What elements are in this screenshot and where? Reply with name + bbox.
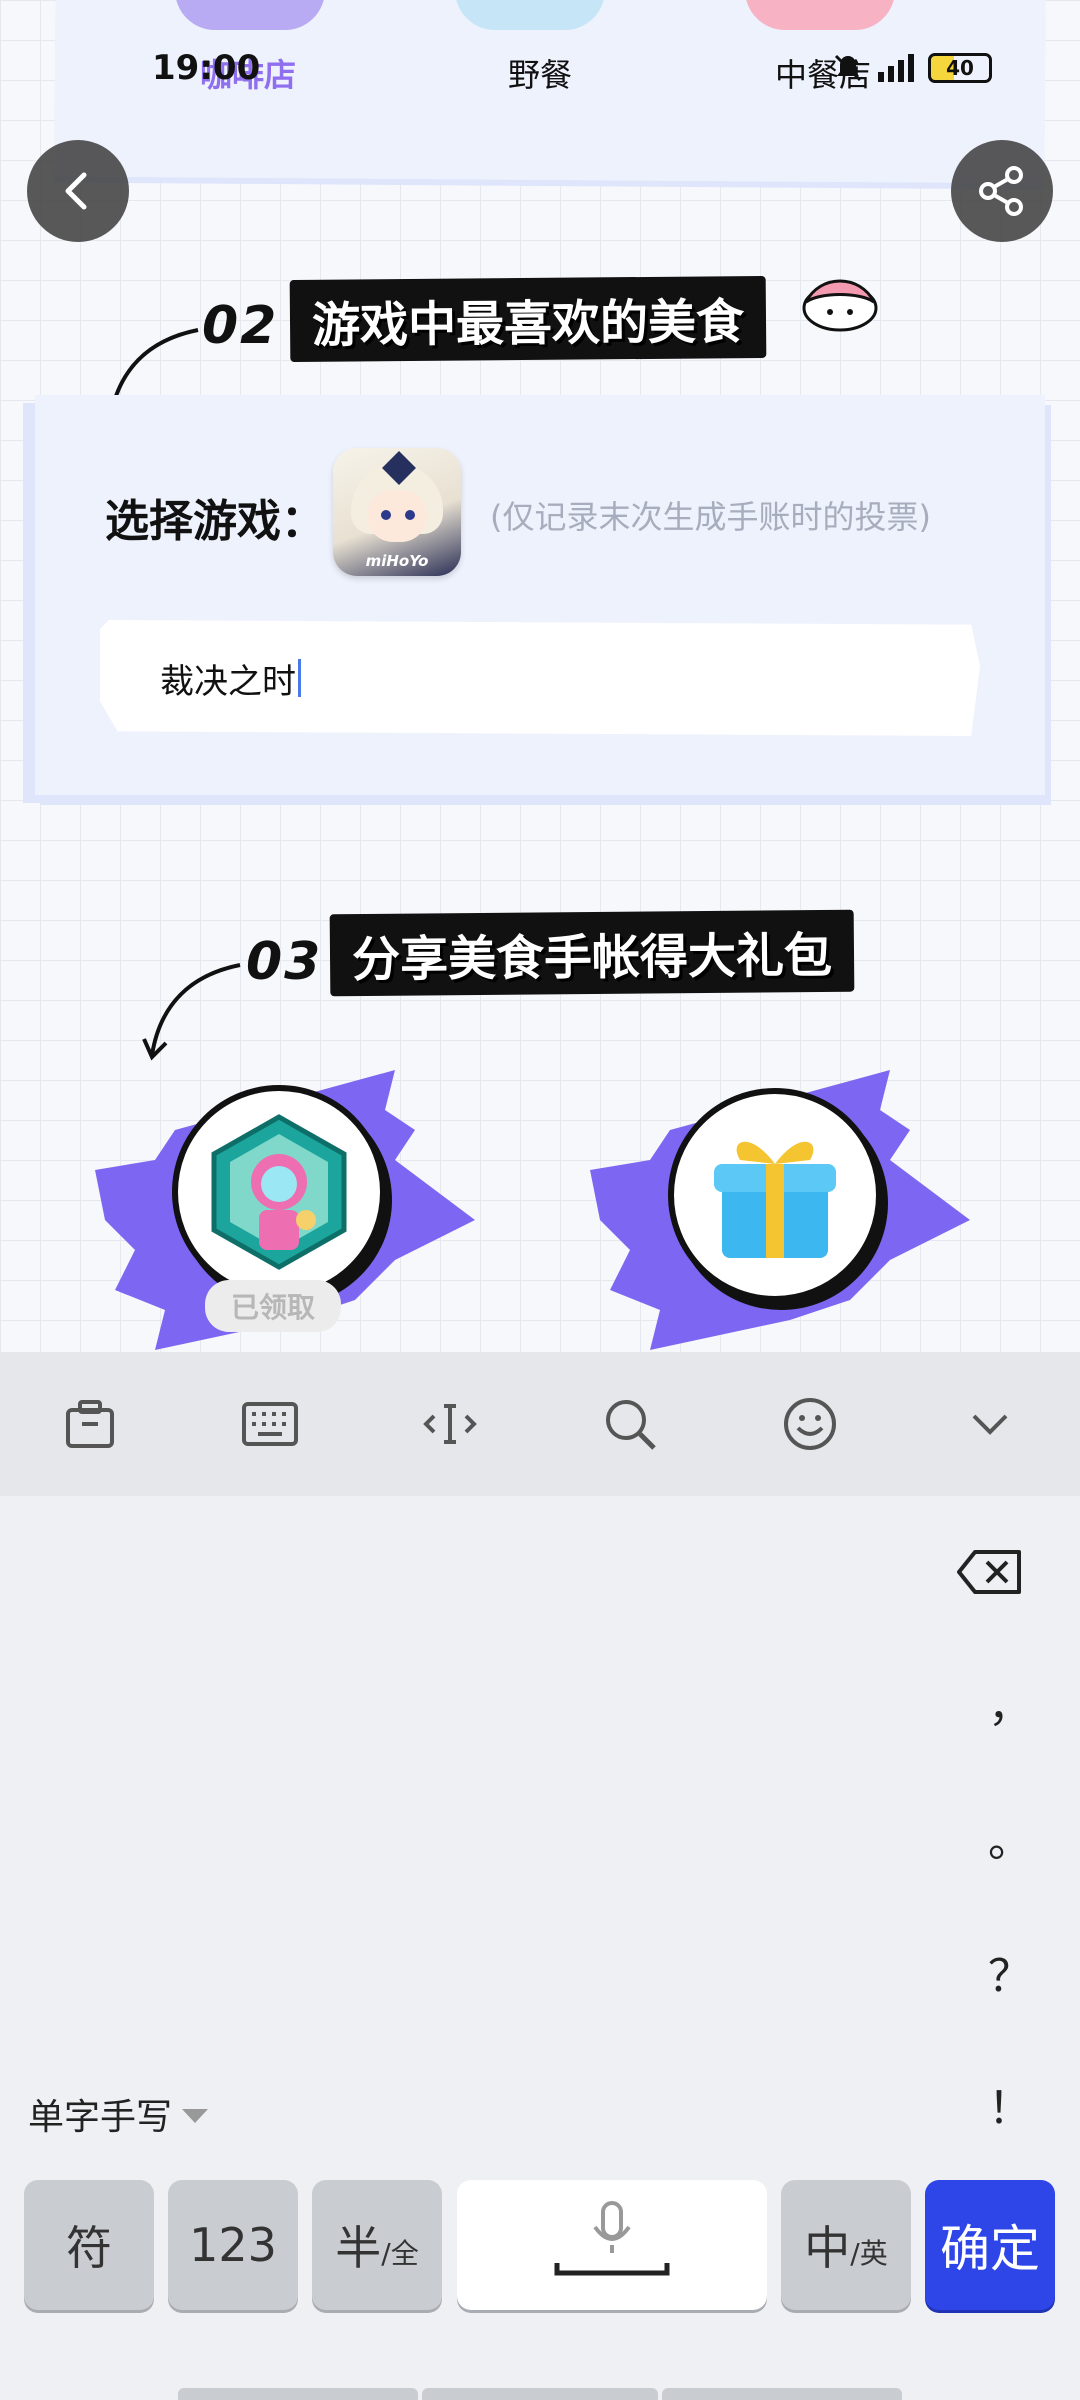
nav-bar-segment	[662, 2388, 902, 2400]
character-avatar-icon	[211, 1114, 347, 1270]
space-voice-key[interactable]	[457, 2180, 767, 2310]
game-name-value: 裁决之时	[160, 661, 296, 702]
keyboard-icon[interactable]	[240, 1394, 300, 1454]
claimed-badge: 已领取	[205, 1280, 342, 1332]
select-game-label: 选择游戏：	[105, 496, 325, 547]
full-key-sublabel: /全	[381, 2237, 419, 2270]
text-caret	[298, 659, 301, 697]
nav-bar-segment	[422, 2388, 658, 2400]
category-label-picnic[interactable]: 野餐	[508, 50, 572, 96]
number-key[interactable]: 123	[168, 2180, 298, 2310]
battery-level: 40	[946, 56, 974, 80]
chevron-left-icon	[65, 172, 87, 210]
category-thumb-picnic[interactable]	[455, 0, 605, 30]
section-title: 分享美食手帐得大礼包	[329, 909, 855, 997]
handwriting-mode-dropdown[interactable]: 单字手写	[28, 2088, 209, 2140]
cursor-move-icon[interactable]	[420, 1394, 480, 1454]
sushi-icon	[802, 279, 878, 332]
backspace-icon[interactable]	[955, 1548, 1025, 1596]
handwriting-mode-label: 单字手写	[28, 2097, 173, 2138]
chevron-down-icon[interactable]	[960, 1394, 1020, 1454]
category-thumb-cafe[interactable]	[175, 0, 325, 30]
clipboard-icon[interactable]	[60, 1394, 120, 1454]
chinese-key-label: 中	[804, 2221, 851, 2275]
status-time: 19:00	[152, 48, 261, 88]
half-full-width-key[interactable]: 半/全	[312, 2180, 442, 2310]
confirm-button[interactable]: 确定	[925, 2180, 1055, 2310]
arrow-icon	[142, 963, 241, 1061]
symbol-key-label: 符	[66, 2221, 112, 2275]
section-number: 03	[246, 932, 323, 992]
section-title: 游戏中最喜欢的美食	[289, 275, 767, 363]
category-thumb-chinese[interactable]	[745, 0, 895, 30]
keyboard-toolbar	[0, 1352, 1080, 1496]
status-icons: 40	[832, 52, 992, 84]
nav-bar-segment	[178, 2388, 418, 2400]
bell-muted-icon	[834, 54, 862, 82]
caret-down-icon	[182, 2109, 209, 2123]
number-key-label: 123	[189, 2218, 277, 2272]
share-icon	[979, 166, 1023, 216]
game-brand-logo: miHoYo	[365, 552, 429, 570]
punct-question[interactable]: ？	[980, 1940, 1040, 2004]
signal-icon	[878, 54, 914, 82]
emoji-icon[interactable]	[780, 1394, 840, 1454]
reward-badge-1[interactable]	[172, 1085, 386, 1299]
gift-box-icon	[714, 1141, 836, 1258]
half-key-label: 半	[335, 2221, 382, 2275]
confirm-button-label: 确定	[940, 2220, 1040, 2278]
game-icon[interactable]: miHoYo	[333, 448, 461, 576]
punct-exclaim[interactable]: ！	[980, 2072, 1040, 2136]
vote-note: (仅记录末次生成手账时的投票)	[490, 498, 931, 536]
symbol-key[interactable]: 符	[24, 2180, 154, 2310]
section-number: 02	[202, 296, 279, 356]
english-key-sublabel: /英	[850, 2237, 888, 2270]
battery-icon: 40	[928, 53, 992, 83]
search-icon[interactable]	[600, 1394, 660, 1454]
microphone-icon	[554, 2201, 670, 2276]
share-button[interactable]	[951, 140, 1053, 242]
punct-period[interactable]: 。	[980, 1805, 1040, 1869]
reward-badge-2[interactable]	[668, 1088, 882, 1302]
game-name-input[interactable]: 裁决之时	[100, 620, 980, 736]
punct-comma[interactable]: ，	[980, 1670, 1040, 1734]
chinese-english-key[interactable]: 中/英	[781, 2180, 911, 2310]
back-button[interactable]	[27, 140, 129, 242]
